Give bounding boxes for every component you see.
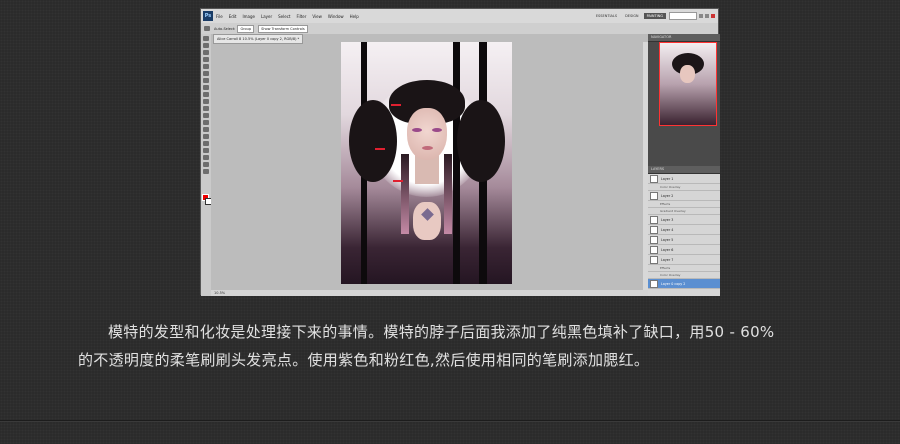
navigator-thumbnail[interactable] <box>659 42 717 126</box>
layers-panel: LAYERS Layer 1 Color Overlay Layer 2 Eff… <box>648 166 720 296</box>
layer-effect-row[interactable]: Color Overlay <box>648 184 720 191</box>
type-tool[interactable] <box>203 141 209 146</box>
red-arrow-1 <box>391 104 401 106</box>
move-tool[interactable] <box>203 36 209 41</box>
menu-window[interactable]: Window <box>328 14 344 19</box>
workspace-essentials[interactable]: ESSENTIALS <box>593 13 620 19</box>
history-brush-tool[interactable] <box>203 99 209 104</box>
workspace-design[interactable]: DESIGN <box>622 13 642 19</box>
brush-tool[interactable] <box>203 85 209 90</box>
path-select-tool[interactable] <box>203 148 209 153</box>
quick-select-tool[interactable] <box>203 57 209 62</box>
menu-view[interactable]: View <box>312 14 322 19</box>
left-eye-makeup <box>412 128 422 132</box>
layer-effect-row[interactable]: Gradient Overlay <box>648 208 720 215</box>
dodge-tool[interactable] <box>203 127 209 132</box>
right-panels: NAVIGATOR LAYERS Layer 1 Color Overlay L… <box>648 34 720 296</box>
eyedropper-tool[interactable] <box>203 71 209 76</box>
menu-edit[interactable]: Edit <box>229 14 237 19</box>
move-tool-icon[interactable] <box>204 26 210 31</box>
menu-bar: Ps File Edit Image Layer Select Filter V… <box>201 9 718 23</box>
crop-tool[interactable] <box>203 64 209 69</box>
menu-layer[interactable]: Layer <box>261 14 272 19</box>
layer-row[interactable]: Layer 4 <box>648 225 720 235</box>
red-arrow-3 <box>393 180 403 182</box>
layer-thumbnail-icon <box>650 245 658 254</box>
model-face <box>407 108 447 160</box>
photoshop-screenshot: Ps File Edit Image Layer Select Filter V… <box>200 8 720 296</box>
layer-row-selected[interactable]: Layer 0 copy 2 <box>648 279 720 289</box>
layers-panel-tab[interactable]: LAYERS <box>648 166 720 174</box>
eraser-tool[interactable] <box>203 106 209 111</box>
menu-select[interactable]: Select <box>278 14 290 19</box>
layer-row[interactable]: Layer 6 <box>648 245 720 255</box>
status-bar: 10.5% <box>211 290 648 296</box>
healing-brush-tool[interactable] <box>203 78 209 83</box>
close-icon[interactable] <box>711 14 715 18</box>
layer-row[interactable]: Layer 1 <box>648 174 720 184</box>
caption-line-2: 的不透明度的柔笔刷刷头发亮点。使用紫色和粉红色,然后使用相同的笔刷添加腮红。 <box>78 351 650 369</box>
marquee-tool[interactable] <box>203 43 209 48</box>
navigator-face <box>680 65 695 83</box>
layer-row[interactable]: Layer 3 <box>648 215 720 225</box>
auto-select-label: Auto-Select: <box>214 26 236 31</box>
right-eye-makeup <box>432 128 442 132</box>
hand-tool[interactable] <box>203 162 209 167</box>
workspace-painting[interactable]: PAINTING <box>643 13 666 19</box>
menu-image[interactable]: Image <box>242 14 255 19</box>
layer-row[interactable]: Layer 7 <box>648 255 720 265</box>
layer-row[interactable]: Layer 5 <box>648 235 720 245</box>
layer-row[interactable]: Layer 2 <box>648 191 720 201</box>
layer-thumbnail-icon <box>650 279 658 288</box>
navigator-panel-tab[interactable]: NAVIGATOR <box>648 34 720 42</box>
layer-effect-row[interactable]: Color Overlay <box>648 272 720 279</box>
layer-thumbnail-icon <box>650 225 658 234</box>
pink-hair-lock-left <box>401 154 409 234</box>
auto-select-dropdown[interactable]: Group <box>237 24 255 33</box>
blur-tool[interactable] <box>203 120 209 125</box>
maximize-icon[interactable] <box>705 14 709 18</box>
layer-effect-row[interactable]: Effects <box>648 201 720 208</box>
artwork-canvas[interactable] <box>341 42 512 284</box>
help-search-input[interactable] <box>669 12 697 20</box>
photoshop-logo-icon: Ps <box>203 11 213 21</box>
menu-file[interactable]: File <box>216 14 223 19</box>
shape-tool[interactable] <box>203 155 209 160</box>
caption-line-1: 模特的发型和化妆是处理接下来的事情。模特的脖子后面我添加了纯黑色填补了缺口，用5… <box>108 323 775 341</box>
show-transform-controls-checkbox[interactable]: Show Transform Controls <box>258 24 308 33</box>
gradient-tool[interactable] <box>203 113 209 118</box>
pink-hair-lock-right <box>444 154 452 234</box>
zoom-tool[interactable] <box>203 169 209 174</box>
zoom-level[interactable]: 10.5% <box>214 291 225 295</box>
menu-filter[interactable]: Filter <box>296 14 306 19</box>
lasso-tool[interactable] <box>203 50 209 55</box>
black-bar-2 <box>453 42 460 284</box>
pen-tool[interactable] <box>203 134 209 139</box>
menu-help[interactable]: Help <box>350 14 359 19</box>
document-area: Alice Carroll 8 10.5% (Layer 0 copy 2, R… <box>211 34 648 296</box>
red-arrow-2 <box>375 148 385 150</box>
layer-effect-row[interactable]: Effects <box>648 265 720 272</box>
lips <box>422 146 433 150</box>
clone-stamp-tool[interactable] <box>203 92 209 97</box>
layer-thumbnail-icon <box>650 174 658 183</box>
layer-thumbnail-icon <box>650 215 658 224</box>
layer-thumbnail-icon <box>650 255 658 264</box>
workspace-switcher: ESSENTIALS DESIGN PAINTING <box>591 12 718 20</box>
layer-thumbnail-icon <box>650 191 658 200</box>
layer-thumbnail-icon <box>650 235 658 244</box>
hair-bun-right <box>457 100 505 182</box>
bottom-divider <box>0 420 900 422</box>
document-tab[interactable]: Alice Carroll 8 10.5% (Layer 0 copy 2, R… <box>213 34 304 44</box>
hair-bun-left <box>349 100 397 182</box>
minimize-icon[interactable] <box>699 14 703 18</box>
